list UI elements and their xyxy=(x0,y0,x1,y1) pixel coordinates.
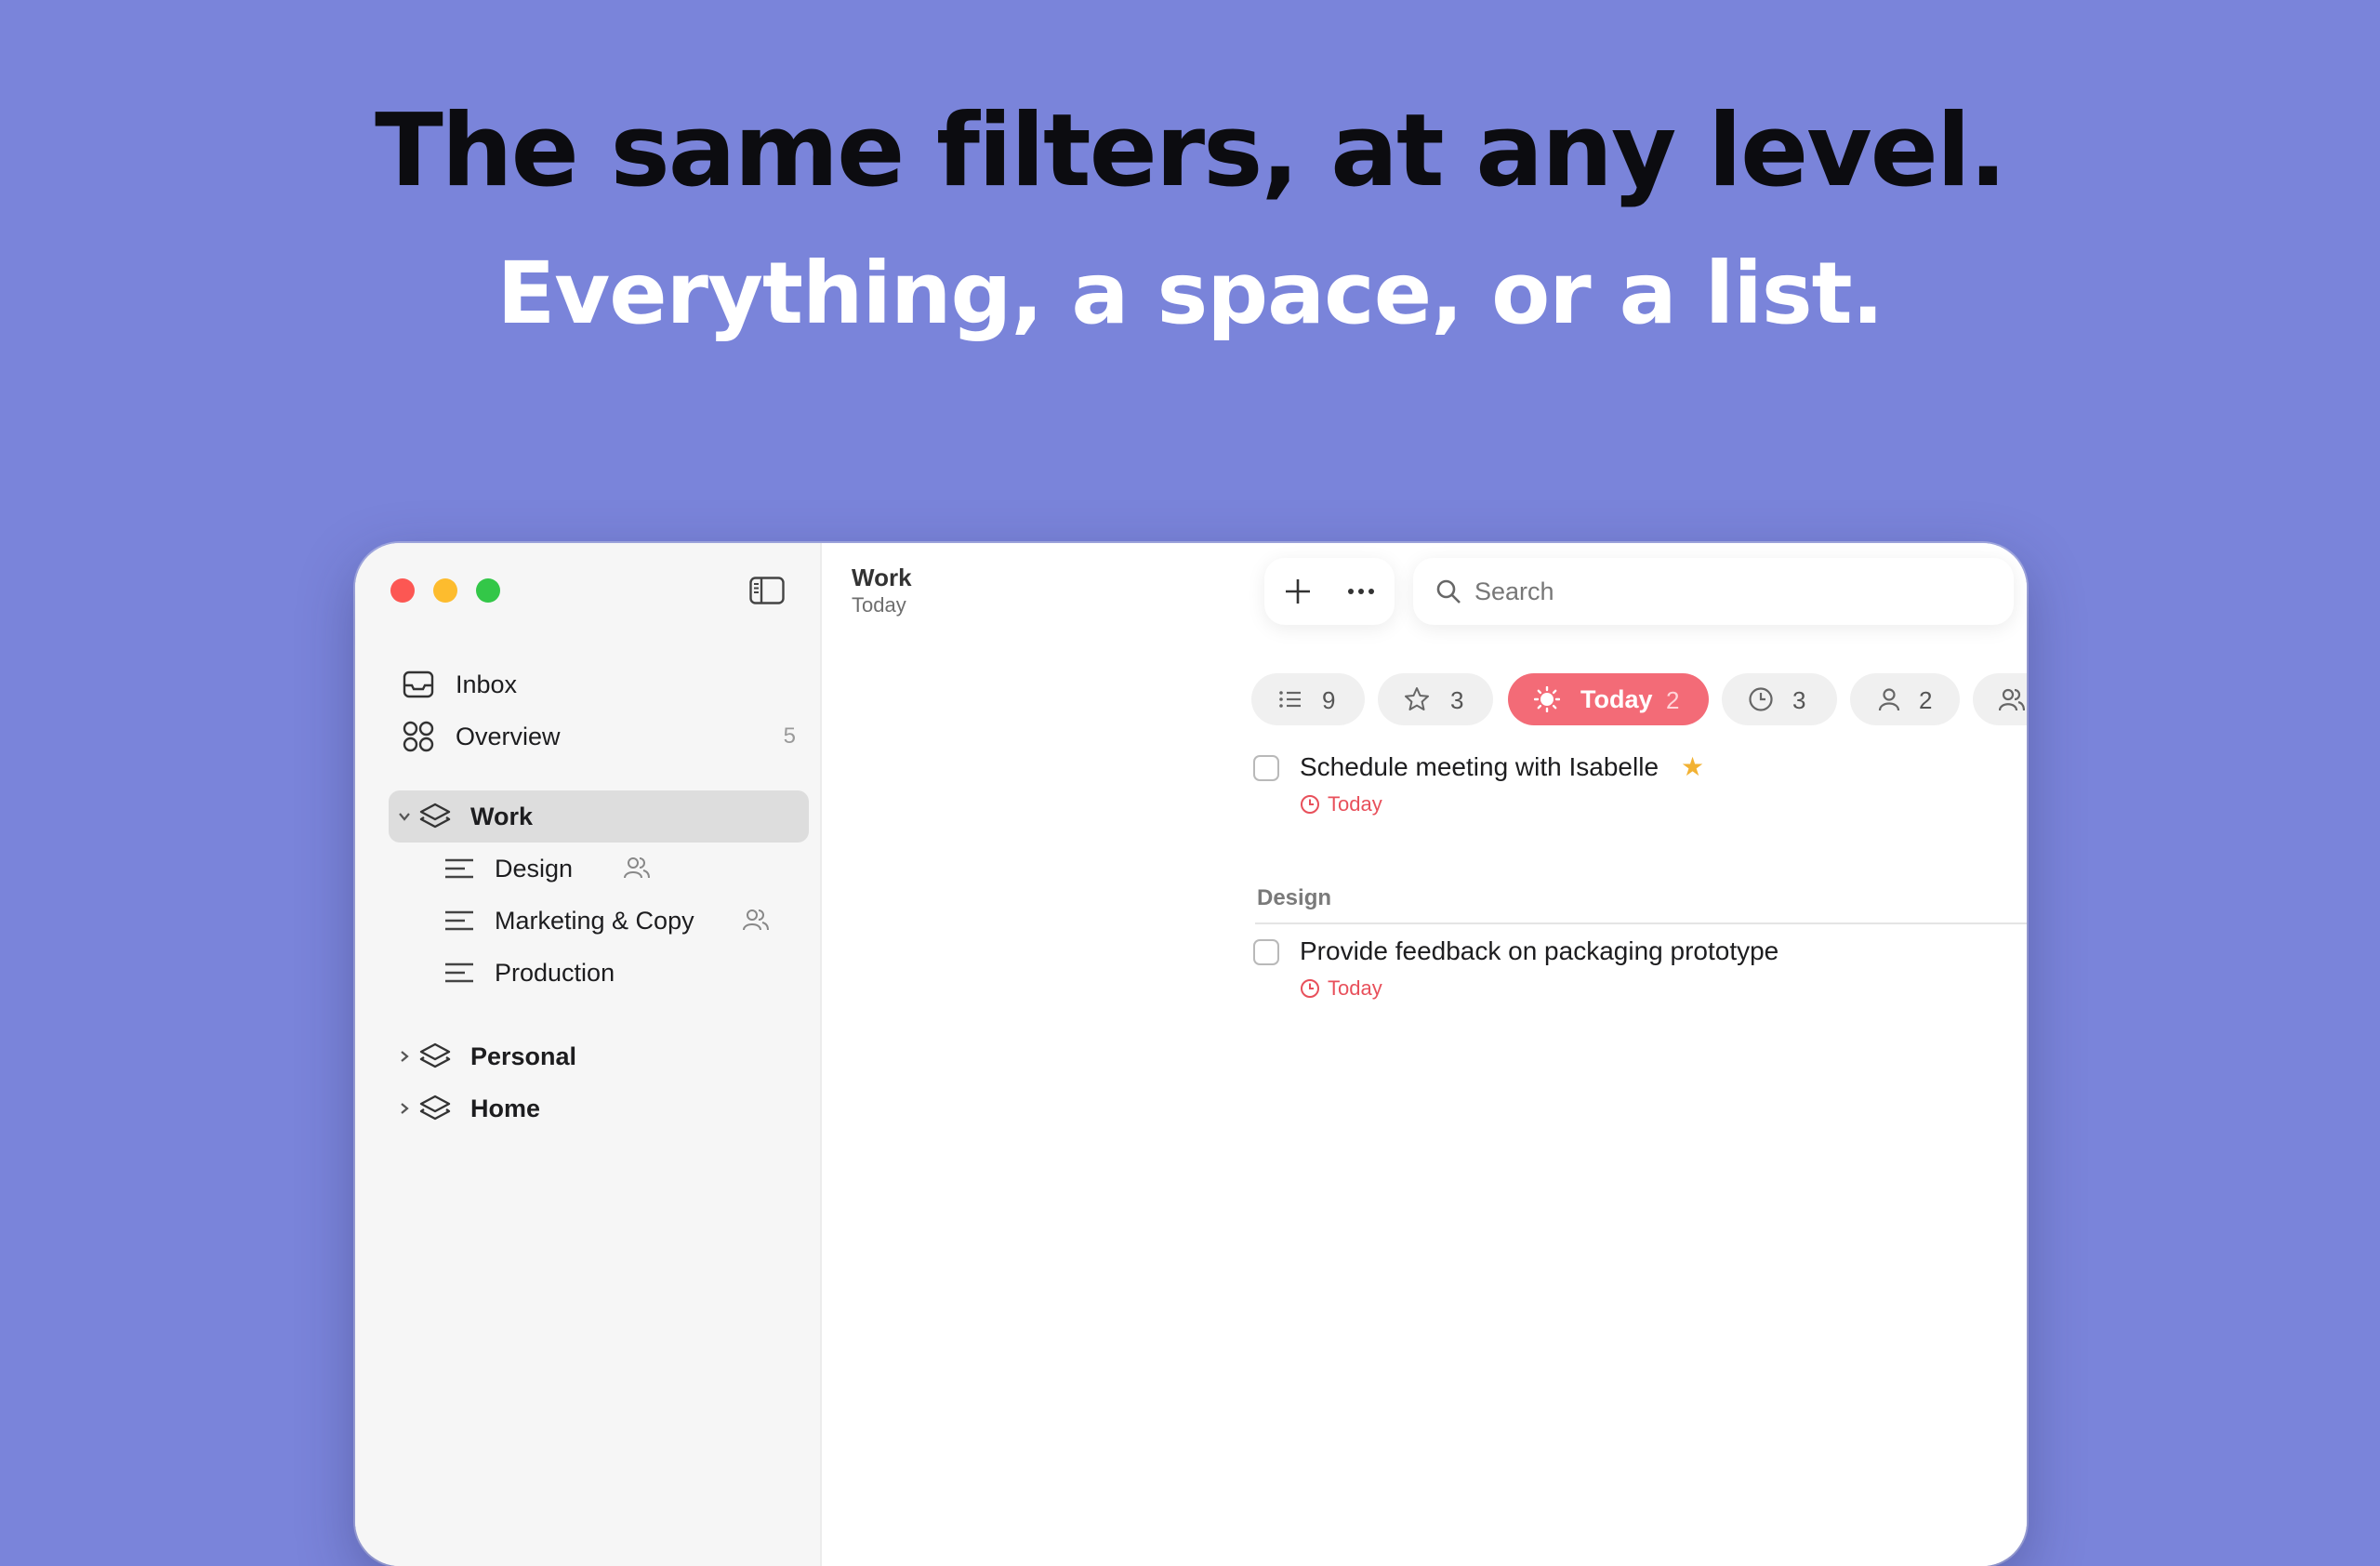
filter-count: 3 xyxy=(1792,686,1806,714)
filter-count: 2 xyxy=(1666,686,1680,714)
filter-today[interactable]: Today 2 xyxy=(1508,673,1709,725)
star-icon[interactable]: ★ xyxy=(1681,751,1704,782)
sidebar-toggle-icon[interactable] xyxy=(749,577,785,604)
main-content: Work Today Search 9 3 Today 2 3 2 Schedu… xyxy=(822,543,2027,1566)
filter-shared[interactable]: 3 xyxy=(1973,673,2027,725)
task-title[interactable]: Schedule meeting with Isabelle xyxy=(1300,752,1659,782)
list-lines-icon xyxy=(445,858,473,879)
sidebar-item-overview[interactable]: Overview 5 xyxy=(389,710,809,763)
sidebar-list-marketing[interactable]: Marketing & Copy xyxy=(389,895,809,947)
sidebar-list-production[interactable]: Production xyxy=(389,947,809,999)
shared-people-icon xyxy=(624,857,650,879)
task-due: Today xyxy=(1300,976,1382,1001)
people-icon xyxy=(1999,688,2025,711)
task-checkbox[interactable] xyxy=(1253,755,1279,781)
clock-icon xyxy=(1301,795,1319,814)
page-title: Work xyxy=(852,564,912,591)
layers-icon xyxy=(419,1095,451,1121)
task-title[interactable]: Provide feedback on packaging prototype xyxy=(1300,936,1778,966)
clock-icon xyxy=(1301,979,1319,998)
list-lines-icon xyxy=(445,962,473,983)
section-header: Design xyxy=(1255,878,2027,924)
task-due-label: Today xyxy=(1328,976,1382,1000)
hero-title: The same filters, at any level. xyxy=(375,93,2007,209)
plus-icon[interactable] xyxy=(1283,577,1313,606)
filter-count: 3 xyxy=(1450,686,1464,714)
filter-all[interactable]: 9 xyxy=(1251,673,1365,725)
toolbar-group xyxy=(1264,558,1395,625)
sidebar-item-label: Marketing & Copy xyxy=(495,906,694,935)
sidebar-list-design[interactable]: Design xyxy=(389,843,809,895)
sidebar-space-home[interactable]: Home xyxy=(389,1082,809,1135)
chevron-right-icon[interactable] xyxy=(396,1100,413,1117)
search-field[interactable]: Search xyxy=(1413,558,2014,625)
task-checkbox[interactable] xyxy=(1253,939,1279,965)
inbox-icon xyxy=(403,670,434,698)
minimize-window-button[interactable] xyxy=(433,578,457,603)
hero-subtitle: Everything, a space, or a list. xyxy=(496,244,1884,343)
sidebar-item-label: Production xyxy=(495,958,615,987)
sidebar-item-label: Design xyxy=(495,854,574,883)
chevron-down-icon[interactable] xyxy=(396,808,413,825)
search-icon xyxy=(1436,579,1461,604)
list-icon xyxy=(1279,691,1301,708)
filter-label: Today xyxy=(1580,685,1653,713)
zoom-window-button[interactable] xyxy=(476,578,500,603)
filter-starred[interactable]: 3 xyxy=(1378,673,1493,725)
close-window-button[interactable] xyxy=(390,578,415,603)
app-window: Inbox Overview 5 Work Design Marketing &… xyxy=(355,543,2027,1566)
sidebar-item-label: Inbox xyxy=(456,670,518,698)
task-due-label: Today xyxy=(1328,792,1382,816)
list-lines-icon xyxy=(445,910,473,931)
sidebar-item-label: Work xyxy=(470,802,534,830)
clock-icon xyxy=(1749,687,1773,711)
sidebar-item-label: Personal xyxy=(470,1042,577,1070)
layers-icon xyxy=(419,1042,451,1068)
task-due: Today xyxy=(1300,792,1382,816)
sidebar-item-inbox[interactable]: Inbox xyxy=(389,658,809,710)
layers-icon xyxy=(419,803,451,829)
section-title: Design xyxy=(1257,885,1332,910)
overview-count: 5 xyxy=(783,723,796,749)
sidebar-item-label: Home xyxy=(470,1094,541,1122)
page-subtitle: Today xyxy=(852,593,906,617)
overview-grid-icon xyxy=(403,721,434,752)
filter-assigned-me[interactable]: 2 xyxy=(1850,673,1960,725)
sidebar-space-work[interactable]: Work xyxy=(389,790,809,843)
chevron-right-icon[interactable] xyxy=(396,1048,413,1065)
sidebar-item-label: Overview xyxy=(456,722,561,750)
sun-icon xyxy=(1534,686,1560,712)
search-placeholder: Search xyxy=(1474,577,1554,605)
more-icon[interactable] xyxy=(1346,577,1376,606)
filter-count: 9 xyxy=(1322,686,1336,714)
sidebar-space-personal[interactable]: Personal xyxy=(389,1030,809,1082)
person-icon xyxy=(1878,688,1900,711)
star-icon xyxy=(1405,687,1429,710)
filter-scheduled[interactable]: 3 xyxy=(1722,673,1837,725)
filter-count: 2 xyxy=(1919,686,1933,714)
shared-people-icon xyxy=(743,909,769,931)
sidebar: Inbox Overview 5 Work Design Marketing &… xyxy=(355,543,822,1566)
